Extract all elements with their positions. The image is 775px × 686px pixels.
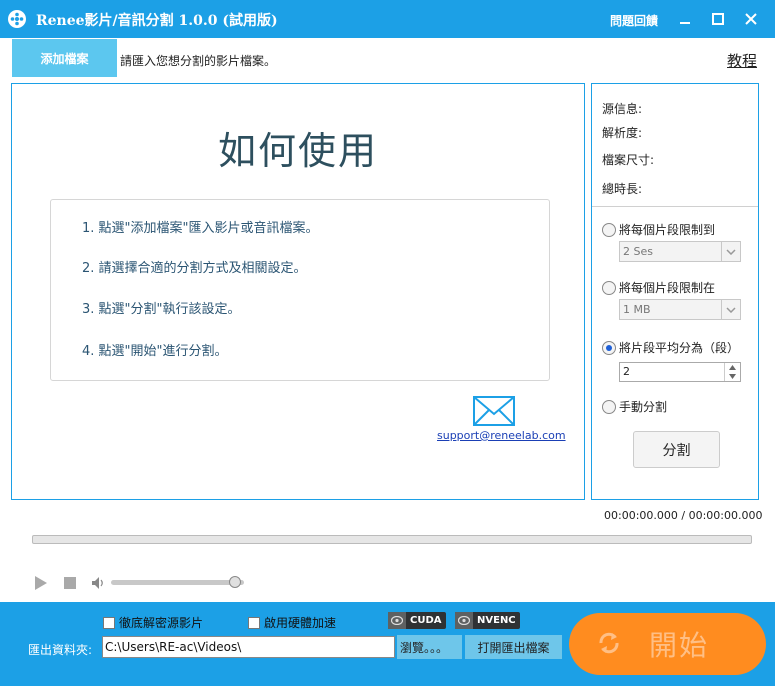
split-by-duration-label: 將每個片段限制到 xyxy=(619,223,716,237)
radio-indicator xyxy=(602,280,616,295)
radio-indicator xyxy=(602,340,616,355)
resolution-label: 解析度: xyxy=(602,126,643,140)
cuda-label: CUDA xyxy=(410,615,442,626)
maximize-button[interactable] xyxy=(708,9,728,29)
decrypt-source-label: 徹底解密源影片 xyxy=(119,616,204,630)
source-info-label: 源信息: xyxy=(602,102,643,116)
settings-panel: 源信息: 解析度: 檔案尺寸: 總時長: 將每個片段限制到 2 Ses 將每個片… xyxy=(591,83,759,500)
checkbox-box xyxy=(248,616,260,629)
radio-indicator xyxy=(602,399,616,414)
split-by-count-radio[interactable]: 將片段平均分為（段） xyxy=(602,339,739,356)
step-2: 2. 請選擇合適的分割方式及相關設定。 xyxy=(82,261,307,276)
output-path-input[interactable]: C:\Users\RE-ac\Videos\ xyxy=(102,636,395,658)
chevron-up-icon xyxy=(729,365,736,370)
step-1: 1. 點選"添加檔案"匯入影片或音訊檔案。 xyxy=(82,221,319,236)
duration-select[interactable]: 2 Ses xyxy=(619,241,741,262)
title-bar: Renee影片/音訊分割 1.0.0 (試用版) 問題回饋 xyxy=(0,0,775,38)
volume-slider-knob[interactable] xyxy=(229,576,241,588)
howto-title: 如何使用 xyxy=(217,129,378,173)
import-hint: 請匯入您想分割的影片檔案。 xyxy=(120,54,277,68)
preview-panel: 如何使用 1. 點選"添加檔案"匯入影片或音訊檔案。 2. 請選擇合適的分割方式… xyxy=(11,83,585,500)
start-button[interactable]: 開始 xyxy=(569,613,766,675)
stepper-down-button[interactable] xyxy=(725,372,740,381)
split-by-size-label: 將每個片段限制在 xyxy=(619,281,716,295)
segment-count-stepper[interactable]: 2 xyxy=(619,362,741,382)
close-button[interactable] xyxy=(741,9,761,29)
output-folder-label: 匯出資料夾: xyxy=(28,643,93,657)
app-title: Renee影片/音訊分割 1.0.0 (試用版) xyxy=(36,13,278,29)
browse-button[interactable]: 瀏覽。。。 xyxy=(397,635,462,659)
minimize-button[interactable] xyxy=(675,9,695,29)
duration-select-value: 2 Ses xyxy=(623,245,653,258)
manual-split-label: 手動分割 xyxy=(619,400,668,414)
stepper-buttons xyxy=(724,363,740,381)
tutorial-link[interactable]: 教程 xyxy=(727,50,757,71)
volume-slider[interactable] xyxy=(111,576,244,588)
timecode: 00:00:00.000 / 00:00:00.000 xyxy=(604,509,763,522)
step-3: 3. 點選"分割"執行該設定。 xyxy=(82,302,241,317)
divider xyxy=(592,206,758,207)
play-icon xyxy=(35,576,47,590)
chevron-down-icon xyxy=(721,242,740,261)
hw-accel-label: 啟用硬體加速 xyxy=(264,616,337,630)
nvenc-label: NVENC xyxy=(477,615,516,626)
manual-split-radio[interactable]: 手動分割 xyxy=(602,398,667,415)
minimize-icon xyxy=(680,22,690,24)
speaker-icon xyxy=(92,577,103,589)
cuda-badge: CUDA xyxy=(388,612,446,629)
file-size-label: 檔案尺寸: xyxy=(602,153,655,167)
segment-count-value: 2 xyxy=(623,365,630,378)
nvidia-icon xyxy=(388,612,406,629)
chevron-down-icon xyxy=(729,374,736,379)
size-select[interactable]: 1 MB xyxy=(619,299,741,320)
nvenc-badge: NVENC xyxy=(455,612,520,629)
radio-indicator xyxy=(602,222,616,237)
steps-box: 1. 點選"添加檔案"匯入影片或音訊檔案。 2. 請選擇合適的分割方式及相關設定… xyxy=(50,199,550,381)
open-output-folder-button[interactable]: 打開匯出檔案 xyxy=(465,635,562,659)
start-button-label: 開始 xyxy=(649,629,710,662)
stepper-up-button[interactable] xyxy=(725,363,740,372)
close-icon xyxy=(745,13,757,25)
play-button[interactable] xyxy=(34,575,48,594)
support-email-link[interactable]: support@reneelab.com xyxy=(437,429,566,442)
split-by-size-radio[interactable]: 將每個片段限制在 xyxy=(602,279,715,296)
timeline-bar[interactable] xyxy=(32,535,752,544)
film-reel-icon xyxy=(8,10,26,28)
feedback-link[interactable]: 問題回饋 xyxy=(610,12,658,29)
duration-label: 總時長: xyxy=(602,182,643,196)
split-by-count-label: 將片段平均分為（段） xyxy=(619,341,740,355)
split-button[interactable]: 分割 xyxy=(633,431,720,468)
step-4: 4. 點選"開始"進行分割。 xyxy=(82,344,228,359)
add-file-button[interactable]: 添加檔案 xyxy=(12,39,117,77)
refresh-icon xyxy=(595,629,623,660)
decrypt-source-checkbox[interactable]: 徹底解密源影片 xyxy=(103,614,203,631)
checkbox-box xyxy=(103,616,115,629)
split-by-duration-radio[interactable]: 將每個片段限制到 xyxy=(602,221,715,238)
mail-icon[interactable] xyxy=(473,396,515,429)
size-select-value: 1 MB xyxy=(623,303,651,316)
stop-button[interactable] xyxy=(64,577,76,592)
stop-icon xyxy=(64,577,76,589)
maximize-icon xyxy=(712,13,724,25)
volume-button[interactable] xyxy=(91,576,105,593)
hw-accel-checkbox[interactable]: 啟用硬體加速 xyxy=(248,614,336,631)
chevron-down-icon xyxy=(721,300,740,319)
nvidia-icon xyxy=(455,612,473,629)
